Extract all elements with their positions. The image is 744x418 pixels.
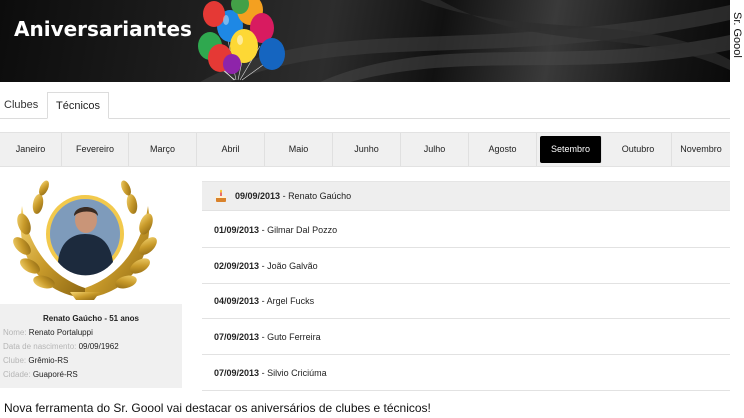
month-marco[interactable]: Março bbox=[129, 133, 197, 166]
month-agosto[interactable]: Agosto bbox=[469, 133, 537, 166]
banner: Aniversariantes bbox=[0, 0, 730, 82]
profile-label: Clube: bbox=[3, 356, 27, 365]
birthday-date: 07/09/2013 bbox=[214, 332, 260, 342]
list-item[interactable]: 07/09/2013 - Guto Ferreira bbox=[202, 320, 730, 355]
list-item[interactable]: 01/09/2013 - Gilmar Dal Pozzo bbox=[202, 213, 730, 248]
month-maio[interactable]: Maio bbox=[265, 133, 333, 166]
list-item[interactable]: 02/09/2013 - João Galvão bbox=[202, 249, 730, 284]
birthday-list: 09/09/2013 - Renato Gaúcho 01/09/2013 - … bbox=[202, 181, 730, 391]
banner-title: Aniversariantes bbox=[14, 17, 192, 41]
profile-value: Guaporé-RS bbox=[32, 370, 78, 379]
month-selector: Janeiro Fevereiro Março Abril Maio Junho… bbox=[0, 132, 730, 167]
birthday-date: 01/09/2013 bbox=[214, 225, 260, 235]
profile-label: Cidade: bbox=[3, 370, 31, 379]
month-julho[interactable]: Julho bbox=[401, 133, 469, 166]
avatar bbox=[50, 199, 120, 276]
laurel-wreath-icon bbox=[13, 180, 157, 300]
profile-label: Nome: bbox=[3, 328, 27, 337]
birthday-date: 02/09/2013 bbox=[214, 261, 260, 271]
list-item[interactable]: 09/09/2013 - Renato Gaúcho bbox=[202, 182, 730, 211]
birthday-name: Silvio Criciúma bbox=[267, 368, 327, 378]
month-fevereiro[interactable]: Fevereiro bbox=[62, 133, 129, 166]
profile-title: Renato Gaúcho - 51 anos bbox=[42, 314, 140, 323]
birthday-date: 07/09/2013 bbox=[214, 368, 260, 378]
profile-details: Renato Gaúcho - 51 anos Nome: Renato Por… bbox=[0, 304, 182, 388]
list-item[interactable]: 04/09/2013 - Argel Fucks bbox=[202, 284, 730, 319]
profile-value: Renato Portaluppi bbox=[28, 328, 93, 337]
balloons-icon bbox=[198, 0, 285, 81]
caption-text: Nova ferramenta do Sr. Goool vai destaca… bbox=[4, 401, 431, 415]
month-abril[interactable]: Abril bbox=[197, 133, 265, 166]
month-setembro[interactable]: Setembro bbox=[540, 136, 602, 163]
tab-clubes[interactable]: Clubes bbox=[2, 92, 40, 119]
birthday-name: Argel Fucks bbox=[266, 296, 315, 306]
month-novembro[interactable]: Novembro bbox=[672, 133, 730, 166]
profile-row-club: Clube: Grêmio-RS bbox=[3, 356, 68, 365]
birthday-cake-icon bbox=[216, 189, 226, 202]
profile-row-birthdate: Data de nascimento: 09/09/1962 bbox=[3, 342, 119, 351]
profile-row-name: Nome: Renato Portaluppi bbox=[3, 328, 93, 337]
banner-wave-decoration bbox=[200, 0, 730, 82]
birthday-date: 04/09/2013 bbox=[214, 296, 260, 306]
month-junho[interactable]: Junho bbox=[333, 133, 401, 166]
list-item[interactable]: 07/09/2013 - Silvio Criciúma bbox=[202, 356, 730, 391]
month-outubro[interactable]: Outubro bbox=[605, 133, 672, 166]
birthday-name: Renato Gaúcho bbox=[288, 191, 352, 201]
tab-tecnicos[interactable]: Técnicos bbox=[47, 92, 110, 119]
profile-label: Data de nascimento: bbox=[3, 342, 77, 351]
birthday-name: João Galvão bbox=[267, 261, 318, 271]
profile-value: 09/09/1962 bbox=[78, 342, 119, 351]
profile-row-city: Cidade: Guaporé-RS bbox=[3, 370, 78, 379]
profile-value: Grêmio-RS bbox=[28, 356, 69, 365]
page: Sr. Goool Aniversariantes Clubes Técnico… bbox=[0, 0, 744, 418]
profile-card: Renato Gaúcho - 51 anos Nome: Renato Por… bbox=[0, 170, 182, 388]
brand-watermark: Sr. Goool bbox=[731, 12, 743, 58]
birthday-date: 09/09/2013 bbox=[235, 191, 281, 201]
birthday-name: Gilmar Dal Pozzo bbox=[267, 225, 338, 235]
birthday-name: Guto Ferreira bbox=[267, 332, 321, 342]
tab-bar: Clubes Técnicos bbox=[0, 92, 730, 119]
month-janeiro[interactable]: Janeiro bbox=[0, 133, 62, 166]
